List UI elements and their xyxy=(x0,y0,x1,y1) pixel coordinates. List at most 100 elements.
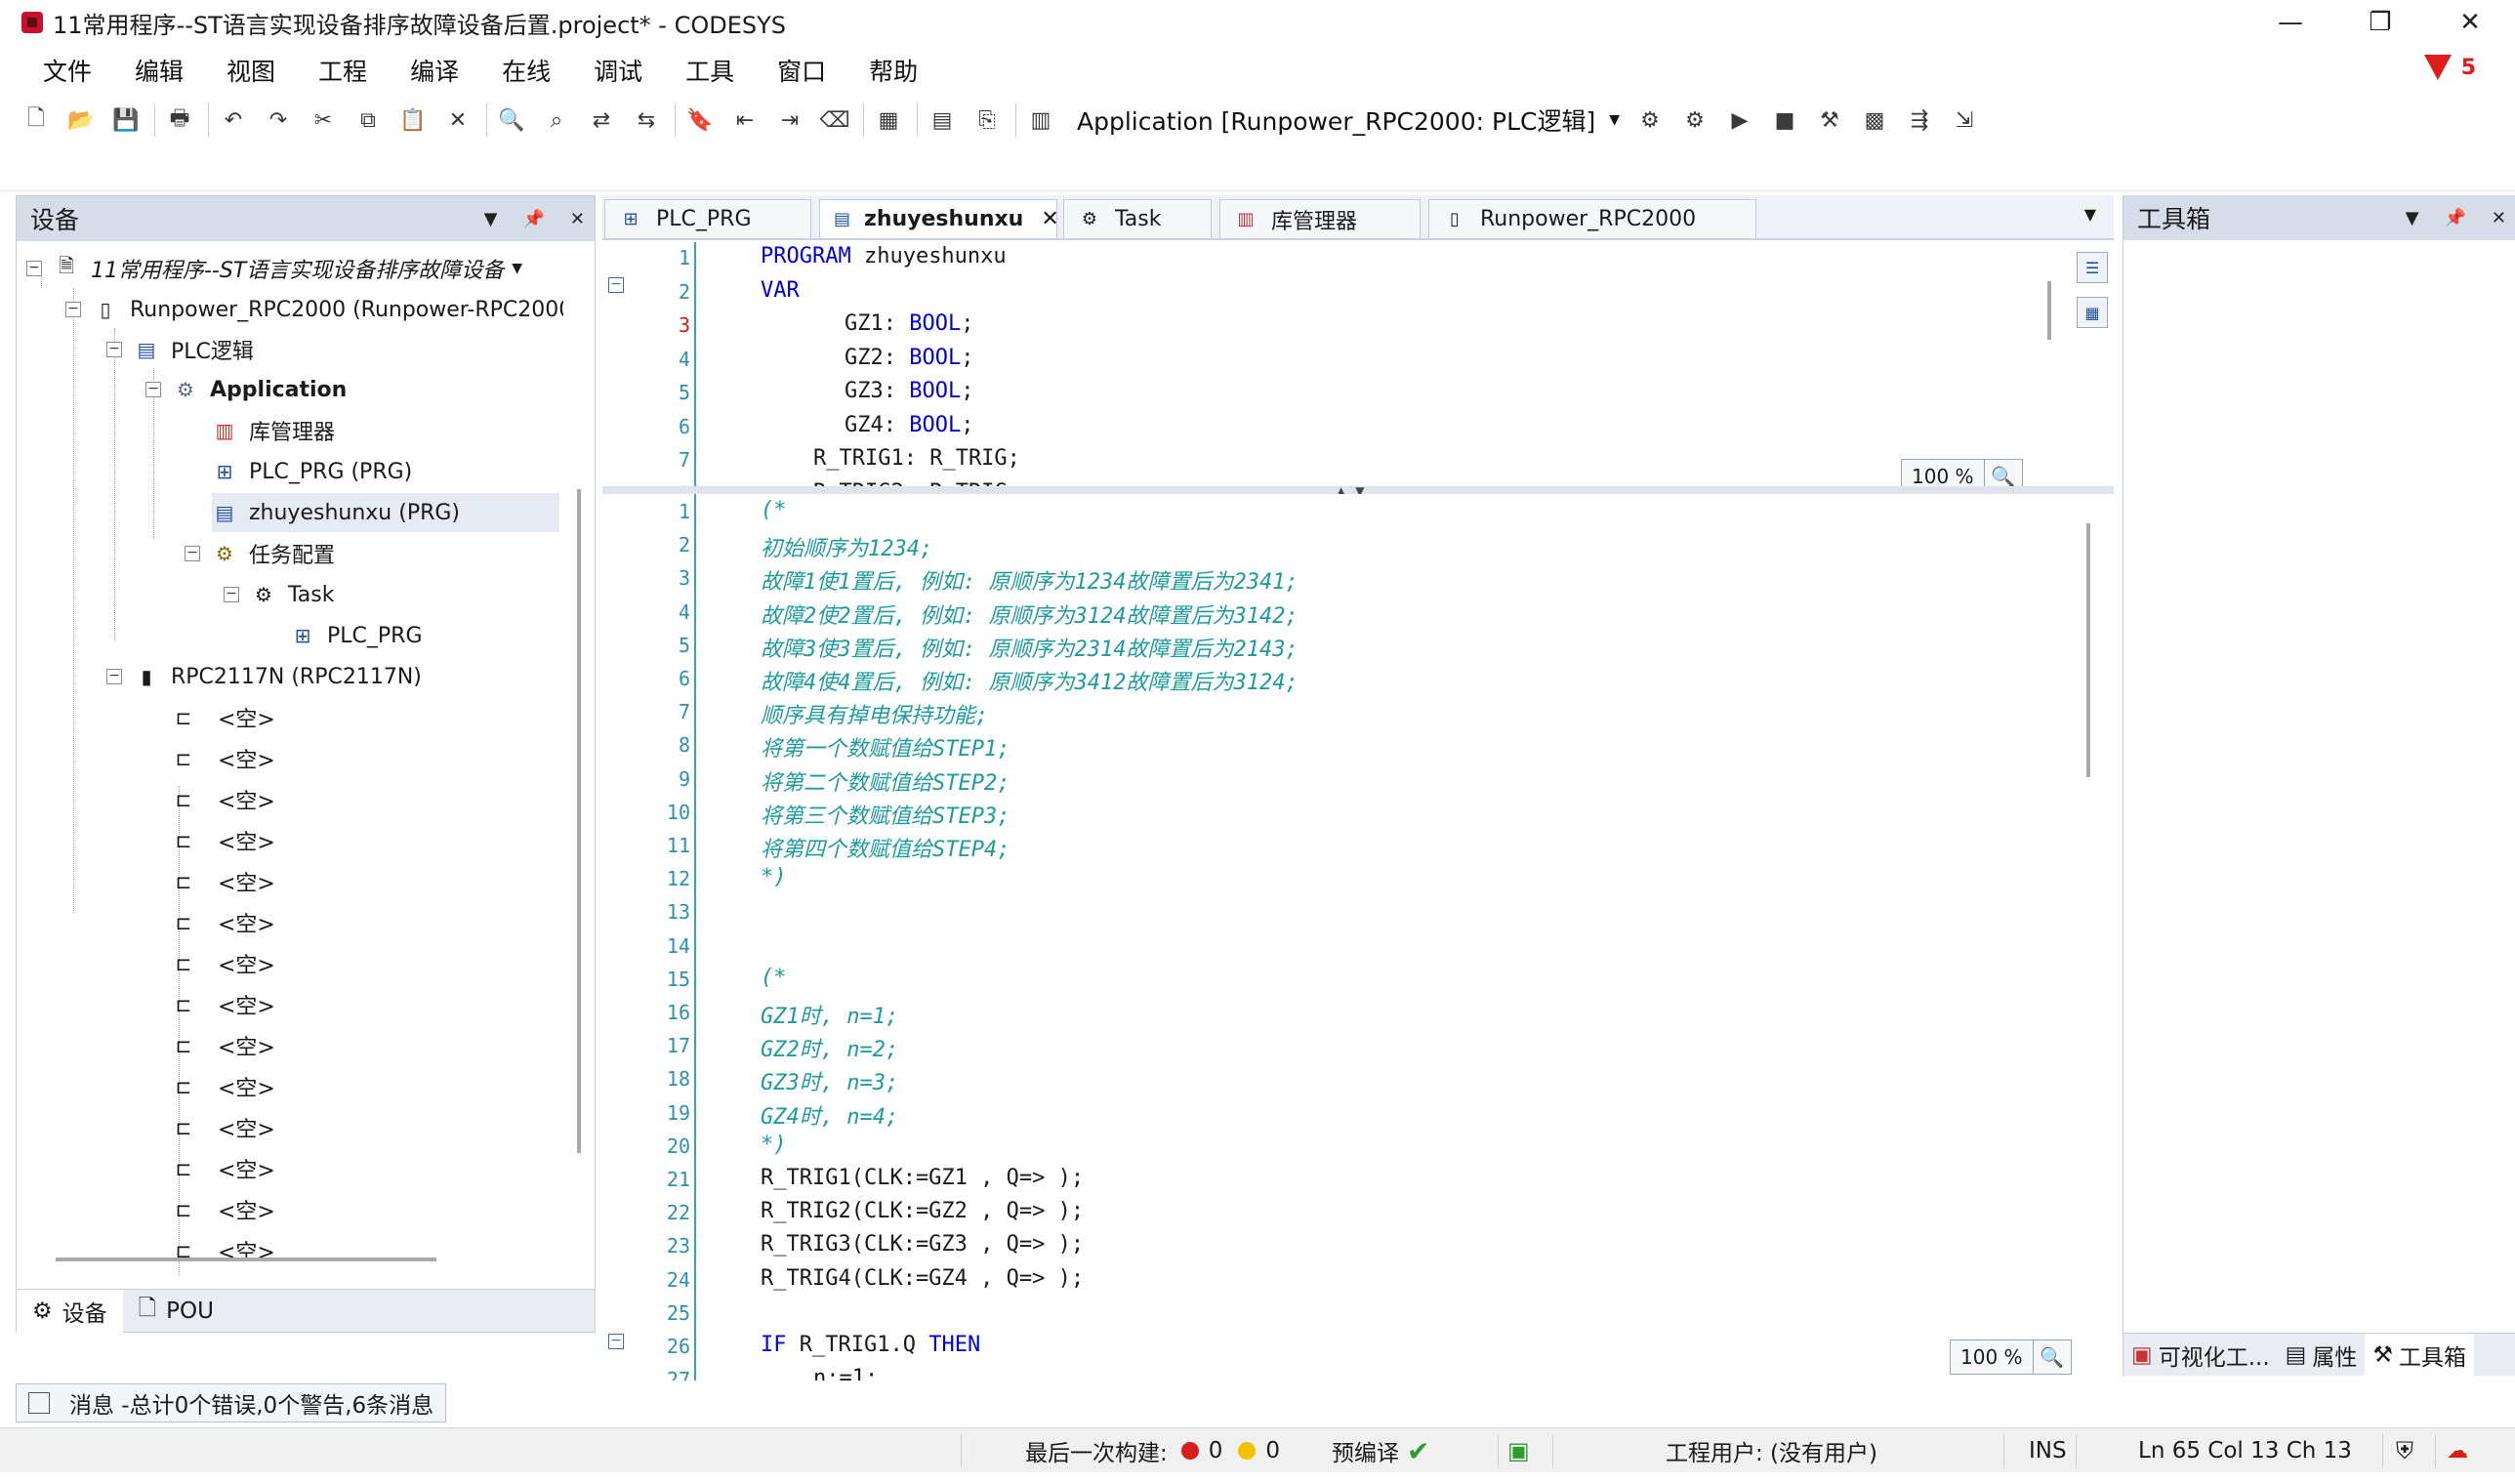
tree-node-empty-slot[interactable]: ⊏<空> xyxy=(171,698,275,737)
tabular-view-icon[interactable]: ▦ xyxy=(2077,297,2108,328)
tab-pou[interactable]: 🗋 POU xyxy=(123,1290,229,1333)
tab-devices[interactable]: ⚙ 设备 xyxy=(17,1289,123,1333)
stop-icon[interactable]: ■ xyxy=(1768,103,1801,137)
breakpoint-icon[interactable]: ▩ xyxy=(1858,103,1891,137)
code-line[interactable]: GZ1: BOOL; xyxy=(845,311,973,336)
properties-icon[interactable]: ⎘ xyxy=(970,103,1004,137)
collapse-icon[interactable]: − xyxy=(185,546,200,561)
menu-window[interactable]: 窗口 xyxy=(777,53,826,88)
collapse-icon[interactable]: − xyxy=(65,302,81,317)
tab-properties[interactable]: ▤ 属性 xyxy=(2278,1334,2366,1377)
tab-task[interactable]: ⚙ Task xyxy=(1063,199,1212,238)
active-application-selector[interactable]: Application [Runpower_RPC2000: PLC逻辑] ▼ xyxy=(1077,103,1620,138)
menu-view[interactable]: 视图 xyxy=(227,53,275,88)
comment-line[interactable]: 故障4使4置后, 例如: 原顺序为3412故障置后为3124; xyxy=(761,665,1299,696)
close-icon[interactable]: ✕ xyxy=(2492,208,2506,228)
tab-plc-prg[interactable]: ⊞ PLC_PRG xyxy=(604,199,811,238)
code-line[interactable]: R_TRIG1(CLK:=GZ1 , Q=> ); xyxy=(761,1166,1084,1190)
tree-node-task-config[interactable]: − ⚙ 任务配置 xyxy=(185,534,335,573)
editor-splitter[interactable]: ▲▼ xyxy=(602,484,2114,498)
zoom-icon[interactable]: 🔍 xyxy=(2034,1340,2071,1374)
code-line[interactable]: R_TRIG2(CLK:=GZ2 , Q=> ); xyxy=(761,1199,1084,1223)
replace-icon[interactable]: ⇄ xyxy=(585,103,618,137)
tab-zhuyeshunxu[interactable]: ▤ zhuyeshunxu ✕ xyxy=(819,199,1059,238)
tree-node-application[interactable]: − ⚙ Application xyxy=(145,370,347,409)
maximize-button[interactable]: ❐ xyxy=(2335,0,2425,45)
login-icon[interactable]: ⚙ xyxy=(1633,103,1667,137)
comment-line[interactable]: *) xyxy=(761,1133,787,1157)
comment-line[interactable]: 初始顺序为1234; xyxy=(761,531,932,562)
logout-icon[interactable]: ⚙ xyxy=(1678,103,1711,137)
code-line[interactable]: R_TRIG1: R_TRIG; xyxy=(813,446,1020,471)
comment-line[interactable]: *) xyxy=(761,865,787,889)
vertical-scrollbar[interactable] xyxy=(2086,523,2090,777)
tree-node-empty-slot[interactable]: ⊏<空> xyxy=(171,780,275,819)
close-icon[interactable]: ✕ xyxy=(570,209,585,229)
start-icon[interactable]: ▶ xyxy=(1723,103,1756,137)
redo-icon[interactable]: ↷ xyxy=(262,103,295,137)
tree-node-empty-slot[interactable]: ⊏<空> xyxy=(171,821,275,860)
collapse-icon[interactable]: − xyxy=(26,261,42,276)
comment-line[interactable]: 故障1使1置后, 例如: 原顺序为1234故障置后为2341; xyxy=(761,564,1299,596)
bookmark-next-icon[interactable]: ⇥ xyxy=(773,103,806,137)
menu-tools[interactable]: 工具 xyxy=(685,53,734,88)
vertical-scrollbar[interactable] xyxy=(577,489,581,1153)
menu-edit[interactable]: 编辑 xyxy=(135,53,184,88)
tree-node-io-module[interactable]: − ▮ RPC2117N (RPC2117N) xyxy=(106,657,422,696)
bookmark-clear-icon[interactable]: ⌫ xyxy=(818,103,851,137)
textual-view-icon[interactable]: ☰ xyxy=(2077,252,2108,283)
online-status-icon[interactable]: ▣ xyxy=(1507,1428,1530,1473)
tree-node-empty-slot[interactable]: ⊏<空> xyxy=(171,1067,275,1106)
menu-file[interactable]: 文件 xyxy=(43,53,92,88)
print-icon[interactable]: 🖶 xyxy=(163,103,196,137)
open-folder-icon[interactable]: 📂 xyxy=(64,103,98,137)
tab-visualization-toolbox[interactable]: ▣ 可视化工... xyxy=(2123,1334,2278,1377)
comment-line[interactable]: (* xyxy=(761,498,787,522)
comment-line[interactable]: (* xyxy=(761,966,787,990)
add-object-icon[interactable]: ▤ xyxy=(926,103,959,137)
tree-node-empty-slot[interactable]: ⊏<空> xyxy=(171,1190,275,1229)
tree-node-empty-slot[interactable]: ⊏<空> xyxy=(171,1026,275,1065)
chevron-down-icon[interactable]: ▼ xyxy=(512,261,522,276)
code-line[interactable]: PROGRAM zhuyeshunxu xyxy=(761,244,1007,268)
tree-node-device[interactable]: − ▯ Runpower_RPC2000 (Runpower-RPC2000) xyxy=(65,290,563,329)
code-line[interactable]: GZ4: BOOL; xyxy=(845,413,973,437)
close-tab-icon[interactable]: ✕ xyxy=(1041,207,1058,231)
comment-line[interactable]: 将第二个数赋值给STEP2; xyxy=(761,765,1010,797)
collapse-icon[interactable]: − xyxy=(145,382,161,397)
tree-node-empty-slot[interactable]: ⊏<空> xyxy=(171,1231,275,1270)
menu-debug[interactable]: 调试 xyxy=(594,53,642,88)
code-line[interactable]: n:=1; xyxy=(813,1366,878,1381)
tab-runpower-rpc2000[interactable]: ▯ Runpower_RPC2000 xyxy=(1428,199,1756,238)
cloud-sync-icon[interactable]: ☁ xyxy=(2447,1428,2468,1473)
menu-build[interactable]: 编译 xyxy=(410,53,459,88)
paste-icon[interactable]: 📋 xyxy=(396,103,430,137)
tree-node-library-manager[interactable]: ▥ 库管理器 xyxy=(212,411,335,450)
comment-line[interactable]: 故障2使2置后, 例如: 原顺序为3124故障置后为3142; xyxy=(761,598,1299,630)
code-line[interactable]: GZ2: BOOL; xyxy=(845,346,973,370)
tab-toolbox[interactable]: ⚒ 工具箱 xyxy=(2365,1333,2475,1377)
tree-node-task-plc-prg[interactable]: ⊞ PLC_PRG xyxy=(290,616,423,655)
tree-node-empty-slot[interactable]: ⊏<空> xyxy=(171,739,275,778)
code-line[interactable]: IF R_TRIG1.Q THEN xyxy=(761,1333,980,1357)
tree-node-plc-prg[interactable]: ⊞ PLC_PRG (PRG) xyxy=(212,452,413,491)
find-icon[interactable]: 🔍 xyxy=(495,103,528,137)
bookmark-icon[interactable]: 🔖 xyxy=(683,103,717,137)
undo-icon[interactable]: ↶ xyxy=(217,103,250,137)
comment-line[interactable]: GZ4时, n=4; xyxy=(761,1099,898,1131)
menu-help[interactable]: 帮助 xyxy=(869,53,918,88)
save-icon[interactable]: 💾 xyxy=(109,103,143,137)
new-file-icon[interactable]: 🗋 xyxy=(20,103,53,137)
comment-line[interactable]: 将第一个数赋值给STEP1; xyxy=(761,731,1010,763)
comment-line[interactable]: 将第四个数赋值给STEP4; xyxy=(761,832,1010,863)
step-over-icon[interactable]: ⇶ xyxy=(1903,103,1936,137)
tree-node-empty-slot[interactable]: ⊏<空> xyxy=(171,1149,275,1188)
implementation-editor[interactable]: − 100 % 🔍 1 (* 2 初始顺序为1234; 3 故障1使1置后, 例如: 原顺… xyxy=(602,494,2114,1381)
code-line[interactable]: R_TRIG3(CLK:=GZ3 , Q=> ); xyxy=(761,1232,1084,1257)
collapse-icon[interactable]: − xyxy=(106,342,122,357)
comment-line[interactable]: 将第三个数赋值给STEP3; xyxy=(761,799,1010,830)
tree-node-empty-slot[interactable]: ⊏<空> xyxy=(171,903,275,942)
code-line[interactable]: GZ3: BOOL; xyxy=(845,379,973,403)
tree-node-empty-slot[interactable]: ⊏<空> xyxy=(171,1108,275,1147)
tree-node-plc-logic[interactable]: − ▤ PLC逻辑 xyxy=(106,330,254,369)
